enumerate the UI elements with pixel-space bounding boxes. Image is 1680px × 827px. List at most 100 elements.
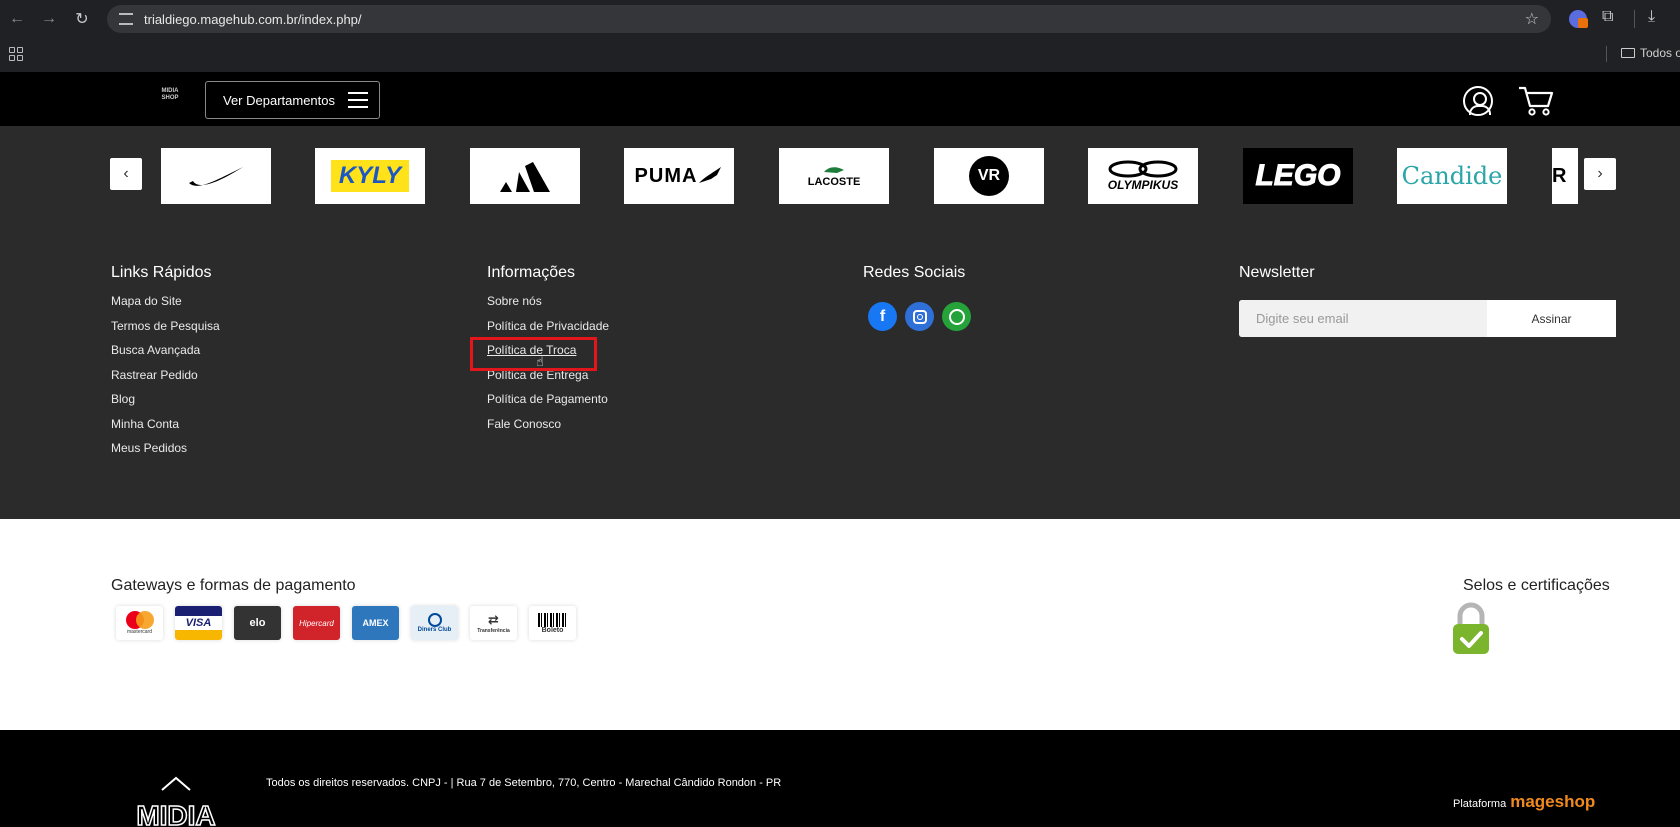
toolbar-divider [1634,10,1635,28]
boleto-label: Boleto [541,626,564,634]
olympikus-logo-icon [1108,160,1178,178]
newsletter-subscribe-button[interactable]: Assinar [1487,300,1616,337]
download-icon[interactable]: ⤓ [1648,8,1655,26]
adidas-logo-icon [500,162,550,192]
site-logo-text: MIDIA SHOP [161,88,179,101]
footer-link-busca-avancada[interactable]: Busca Avançada [111,343,220,368]
bookmarks-folder[interactable]: Todos o [1621,46,1680,60]
footer-column-newsletter: Newsletter [1239,264,1315,282]
copyright-text: Todos os direitos reservados. CNPJ - | R… [266,777,782,789]
visa-icon: VISA [175,606,222,640]
brand-partial[interactable]: R [1552,148,1578,204]
brand-adidas[interactable] [470,148,580,204]
payment-icons: mastercard VISA elo Hipercard AMEX Diner… [116,606,576,640]
footer-bottom-bar [0,730,1680,827]
brand-lacoste-text: LACOSTE [807,176,861,188]
footer-link-mapa-do-site[interactable]: Mapa do Site [111,294,220,319]
browser-toolbar: ← → ↻ trialdiego.magehub.com.br/index.ph… [0,0,1680,38]
instagram-icon[interactable] [905,302,934,331]
bookmark-star-icon[interactable]: ☆ [1525,9,1539,29]
midia-logo-text: MIDIA [136,800,215,827]
boleto-icon: Boleto [529,606,576,640]
whatsapp-icon[interactable] [942,302,971,331]
hipercard-icon: Hipercard [293,606,340,640]
highlight-box [470,337,597,371]
site-settings-icon[interactable] [119,13,133,25]
plataforma-label: Plataforma [1453,798,1507,810]
footer-link-meus-pedidos[interactable]: Meus Pedidos [111,441,220,466]
column-title: Links Rápidos [111,264,212,281]
visa-label: VISA [185,617,212,629]
user-account-icon[interactable] [1463,86,1493,116]
brand-kyly[interactable]: KYLY [315,148,425,204]
facebook-icon[interactable]: f [868,302,897,331]
site-logo[interactable]: MIDIA SHOP [156,88,184,114]
brands-prev-button[interactable]: ‹ [110,158,142,190]
amex-label: AMEX [362,618,389,628]
back-arrow-icon[interactable]: ← [6,8,28,30]
nike-swoosh-icon [189,167,243,186]
url-text: trialdiego.magehub.com.br/index.php/ [144,11,362,27]
address-bar[interactable]: trialdiego.magehub.com.br/index.php/ ☆ [107,5,1551,33]
bookmarks-folder-label: Todos o [1640,46,1680,60]
brand-lego[interactable]: LEGO [1243,148,1353,204]
mastercard-label: mastercard [126,629,152,635]
payments-title: Gateways e formas de pagamento [111,577,356,594]
column-title: Redes Sociais [863,264,966,281]
footer-link-termos-de-pesquisa[interactable]: Termos de Pesquisa [111,319,220,344]
bookmarks-divider [1606,46,1607,62]
departments-button[interactable]: Ver Departamentos [205,81,380,119]
departments-label: Ver Departamentos [223,92,336,108]
brand-lacoste[interactable]: LACOSTE [779,148,889,204]
transferencia-icon: ⇄ Transferência [470,606,517,640]
hamburger-icon [348,92,368,108]
newsletter-email-input[interactable] [1239,300,1487,337]
extensions-puzzle-icon[interactable]: ⧉ [1602,8,1613,26]
security-lock-icon [1453,602,1489,654]
extension-badge [1578,18,1588,28]
brand-partial-text: R [1552,164,1567,187]
brands-next-button[interactable]: › [1584,158,1616,190]
folder-icon [1621,48,1635,58]
brand-vr[interactable]: VR [934,148,1044,204]
footer-column-redes-sociais: Redes Sociais [863,264,965,282]
amex-icon: AMEX [352,606,399,640]
transferencia-label: Transferência [477,628,510,634]
brand-olympikus-text: OLYMPIKUS [1107,178,1179,192]
diners-club-label: Diners Club [417,627,452,633]
brand-lego-text: LEGO [1255,159,1341,193]
diners-club-icon: Diners Club [411,606,458,640]
cart-icon[interactable] [1517,84,1555,118]
column-title: Informações [487,264,576,281]
elo-label: elo [249,617,266,629]
apps-grid-icon[interactable] [9,47,23,61]
mageshop-logo-text: mageshop [1510,792,1596,811]
reload-icon[interactable]: ↻ [71,8,93,30]
hand-cursor-icon: ☝ [536,354,544,369]
column-title: Newsletter [1239,264,1315,281]
puma-cat-icon [699,167,722,183]
footer-column-links-rapidos: Links Rápidos Mapa do Site Termos de Pes… [111,264,220,466]
footer-link-minha-conta[interactable]: Minha Conta [111,417,220,442]
footer-link-politica-de-pagamento[interactable]: Política de Pagamento [487,392,609,417]
footer-link-politica-de-entrega[interactable]: Política de Entrega [487,368,609,393]
forward-arrow-icon[interactable]: → [38,8,60,30]
footer-link-rastrear-pedido[interactable]: Rastrear Pedido [111,368,220,393]
lacoste-croc-icon [824,167,844,173]
midia-logo[interactable]: MIDIA [122,750,230,827]
platform-credit[interactable]: Plataforma mageshop [1453,792,1595,812]
brand-puma-text: PUMA [634,164,698,187]
brand-candide-text: Candide [1401,162,1503,190]
newsletter-form: Assinar [1239,300,1616,337]
brand-nike[interactable] [161,148,271,204]
elo-icon: elo [234,606,281,640]
footer-link-sobre-nos[interactable]: Sobre nós [487,294,609,319]
hipercard-label: Hipercard [299,618,334,628]
brand-puma[interactable]: PUMA [624,148,734,204]
footer-link-fale-conosco[interactable]: Fale Conosco [487,417,609,442]
brand-candide[interactable]: Candide [1397,148,1507,204]
footer-link-blog[interactable]: Blog [111,392,220,417]
vr-logo-icon: VR [969,156,1009,196]
selos-title: Selos e certificações [1463,577,1610,594]
brand-olympikus[interactable]: OLYMPIKUS [1088,148,1198,204]
